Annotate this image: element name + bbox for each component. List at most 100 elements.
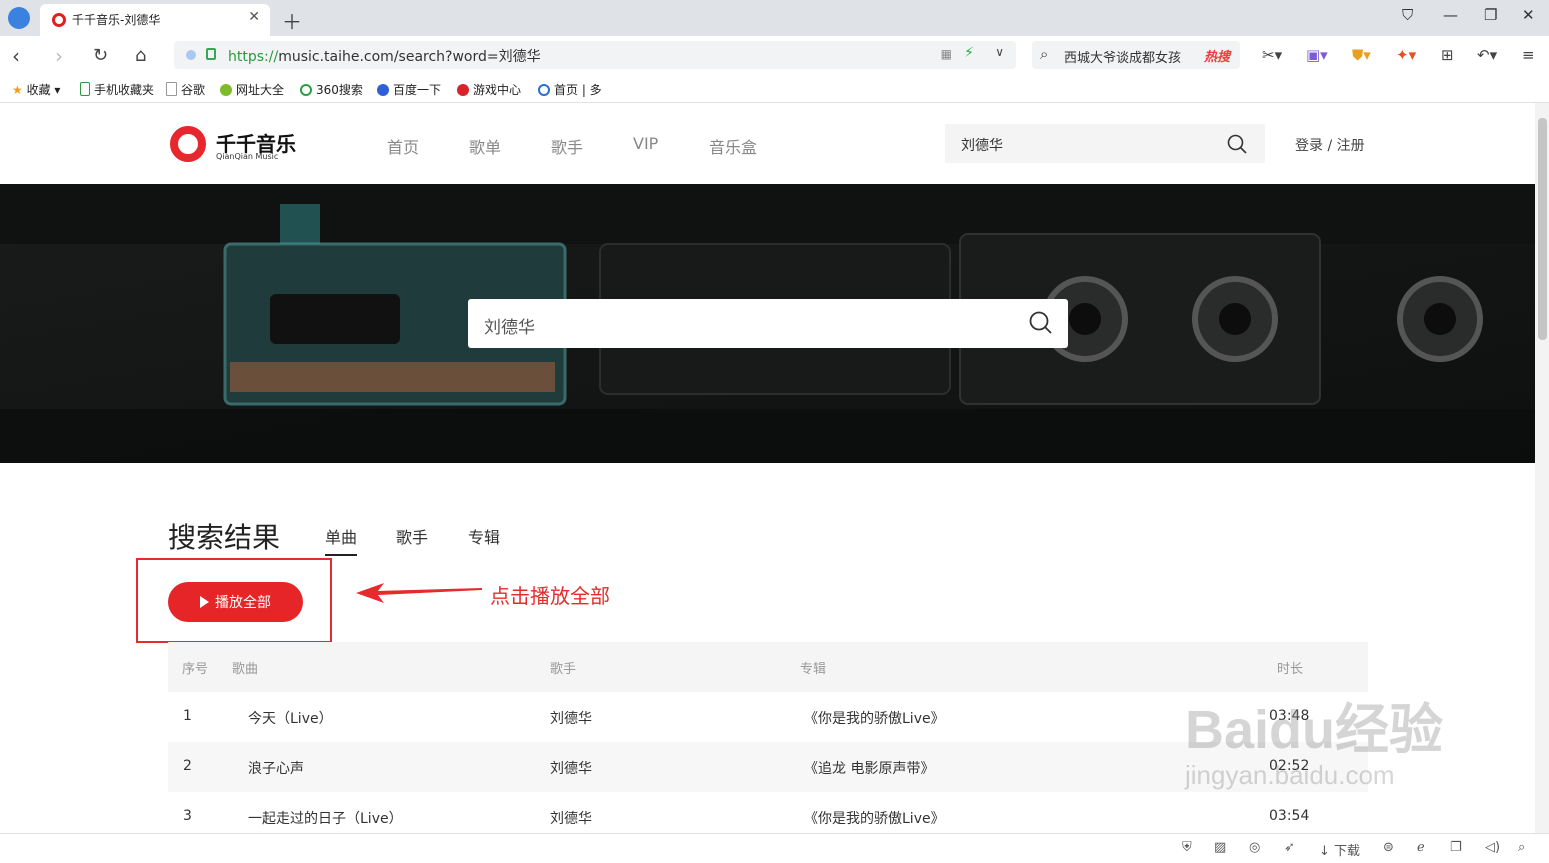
url-text[interactable]: https://music.taihe.com/search?word=刘德华 (228, 46, 541, 66)
qianqian-favicon-icon (52, 13, 66, 27)
back-icon[interactable]: ‹ (12, 44, 20, 68)
row-index: 1 (183, 708, 192, 724)
browser-tab[interactable]: 千千音乐-刘德华 ✕ (40, 4, 270, 36)
search-suggestion[interactable]: 西城大爷谈成都女孩 (1064, 47, 1181, 66)
qr-code-icon[interactable]: ▦ (941, 47, 952, 61)
browser-tab-bar: 千千音乐-刘德华 ✕ ＋ ⛉ — ❐ ✕ (0, 0, 1549, 36)
zoom-icon[interactable]: ⌕ (1518, 840, 1525, 855)
column-song: 歌曲 (232, 662, 259, 677)
speedup-icon[interactable]: ◎ (1249, 840, 1260, 855)
translate-icon[interactable]: ▣▾ (1306, 46, 1328, 64)
annotation-text: 点击播放全部 (490, 584, 610, 608)
watermark-url: jingyan.baidu.com (1185, 760, 1395, 790)
game-pad-icon[interactable]: ⊜ (1383, 840, 1394, 855)
qianqian-logo-icon (170, 126, 206, 162)
album-name[interactable]: 《你是我的骄傲Live》 (804, 708, 945, 728)
browser-logo-icon[interactable] (8, 7, 30, 29)
browser-status-bar: ⛨ ▨ ◎ ➶ ↓ 下载 ⊜ ℯ ❐ ◁) ⌕ (0, 833, 1549, 863)
skin-icon[interactable]: ⛉ (1402, 6, 1413, 24)
download-button[interactable]: ↓ 下载 (1319, 840, 1360, 859)
column-album: 专辑 (800, 662, 827, 677)
search-icon[interactable] (1227, 134, 1247, 154)
apps-grid-icon[interactable]: ⊞ (1441, 46, 1454, 64)
site-info-icon[interactable] (186, 50, 196, 60)
lock-icon (206, 48, 216, 60)
restore-button[interactable]: ❐ (1484, 6, 1497, 24)
menu-icon[interactable]: ≡ (1522, 46, 1535, 64)
album-name[interactable]: 《你是我的骄傲Live》 (804, 808, 945, 828)
play-icon (200, 596, 209, 608)
row-index: 3 (183, 808, 192, 824)
game-icon[interactable]: ✦▾ (1396, 46, 1416, 64)
url-dropdown-icon[interactable]: ∨ (995, 45, 1004, 59)
login-register-link[interactable]: 登录 / 注册 (1295, 135, 1365, 155)
shield-icon[interactable]: ⛨ (1182, 840, 1192, 855)
scissors-icon[interactable]: ✂▾ (1262, 46, 1282, 64)
rocket-icon[interactable]: ➶ (1284, 840, 1295, 855)
speed-mode-icon[interactable]: ⚡ (964, 45, 974, 61)
forward-icon[interactable]: › (55, 44, 63, 68)
bookmark-item[interactable]: 游戏中心 (457, 81, 521, 98)
annotation-arrow-icon (356, 583, 482, 603)
artist-name[interactable]: 刘德华 (550, 808, 592, 828)
minimize-button[interactable]: — (1443, 6, 1458, 24)
address-bar[interactable]: https://music.taihe.com/search?word=刘德华 … (174, 41, 1016, 69)
download-label: 下载 (1334, 844, 1361, 859)
image-icon[interactable]: ▨ (1214, 840, 1226, 855)
banner-search-value: 刘德华 (484, 318, 535, 338)
browser-search-box[interactable]: ⌕ 西城大爷谈成都女孩 热搜 (1032, 41, 1240, 69)
nav-playlists[interactable]: 歌单 (469, 134, 501, 158)
bookmark-item[interactable]: 网址大全 (220, 81, 284, 98)
ie-icon[interactable]: ℯ (1417, 840, 1425, 855)
logo-subtitle: QianQian Music (216, 152, 279, 161)
bookmark-item[interactable]: 首页 | 多 (538, 81, 602, 98)
search-icon: ⌕ (1040, 45, 1049, 63)
header-search-value: 刘德华 (961, 138, 1003, 154)
bookmark-item[interactable]: 360搜索 (300, 81, 363, 98)
results-title: 搜索结果 (168, 521, 281, 554)
new-tab-button[interactable]: ＋ (282, 6, 302, 35)
tab-close-icon[interactable]: ✕ (248, 9, 260, 25)
bookmark-item[interactable]: 手机收藏夹 (80, 81, 154, 98)
header-search-input[interactable]: 刘德华 (945, 124, 1265, 163)
nav-artists[interactable]: 歌手 (551, 134, 583, 158)
bookmarks-bar: ★ 收藏 ▾ 手机收藏夹 谷歌 网址大全 360搜索 百度一下 游戏中心 首页 … (0, 76, 1549, 103)
song-title[interactable]: 一起走过的日子（Live） (248, 808, 403, 828)
artist-name[interactable]: 刘德华 (550, 708, 592, 728)
reload-icon[interactable]: ↻ (93, 45, 108, 66)
volume-icon[interactable]: ◁) (1485, 840, 1500, 855)
column-index: 序号 (182, 662, 209, 677)
window-icon[interactable]: ❐ (1450, 840, 1462, 855)
nav-music-box[interactable]: 音乐盒 (709, 134, 757, 158)
song-duration: 03:54 (1269, 808, 1310, 824)
undo-icon[interactable]: ↶▾ (1477, 46, 1497, 64)
banner-search-input[interactable]: 刘德华 (468, 299, 1068, 348)
column-duration: 时长 (1277, 662, 1304, 677)
table-header: 序号 歌曲 歌手 专辑 时长 (168, 642, 1368, 692)
nav-home[interactable]: 首页 (387, 134, 419, 158)
baidu-jingyan-watermark: Baidu经验 jingyan.baidu.com (1185, 700, 1443, 791)
song-title[interactable]: 今天（Live） (248, 708, 333, 728)
song-title[interactable]: 浪子心声 (248, 758, 304, 778)
play-all-label: 播放全部 (215, 594, 271, 610)
bookmark-item[interactable]: 谷歌 (166, 81, 205, 98)
row-index: 2 (183, 758, 192, 774)
nav-vip[interactable]: VIP (633, 134, 658, 153)
tab-artists[interactable]: 歌手 (396, 524, 428, 548)
close-window-button[interactable]: ✕ (1522, 6, 1535, 24)
artist-name[interactable]: 刘德华 (550, 758, 592, 778)
tab-albums[interactable]: 专辑 (468, 524, 500, 548)
scrollbar-thumb[interactable] (1538, 118, 1547, 340)
search-icon[interactable] (1029, 311, 1053, 335)
bookmark-item[interactable]: 百度一下 (377, 81, 441, 98)
play-all-button[interactable]: 播放全部 (168, 582, 303, 622)
wallet-icon[interactable]: ⛊▾ (1352, 46, 1371, 64)
column-artist: 歌手 (550, 662, 577, 677)
watermark-suffix: 经验 (1335, 700, 1444, 760)
tab-title: 千千音乐-刘德华 (72, 13, 161, 27)
tab-songs[interactable]: 单曲 (325, 524, 358, 556)
home-icon[interactable]: ⌂ (135, 45, 146, 66)
bookmark-item[interactable]: ★ 收藏 ▾ (12, 81, 60, 98)
album-name[interactable]: 《追龙 电影原声带》 (804, 758, 934, 778)
watermark-brand: Baidu (1185, 700, 1336, 760)
